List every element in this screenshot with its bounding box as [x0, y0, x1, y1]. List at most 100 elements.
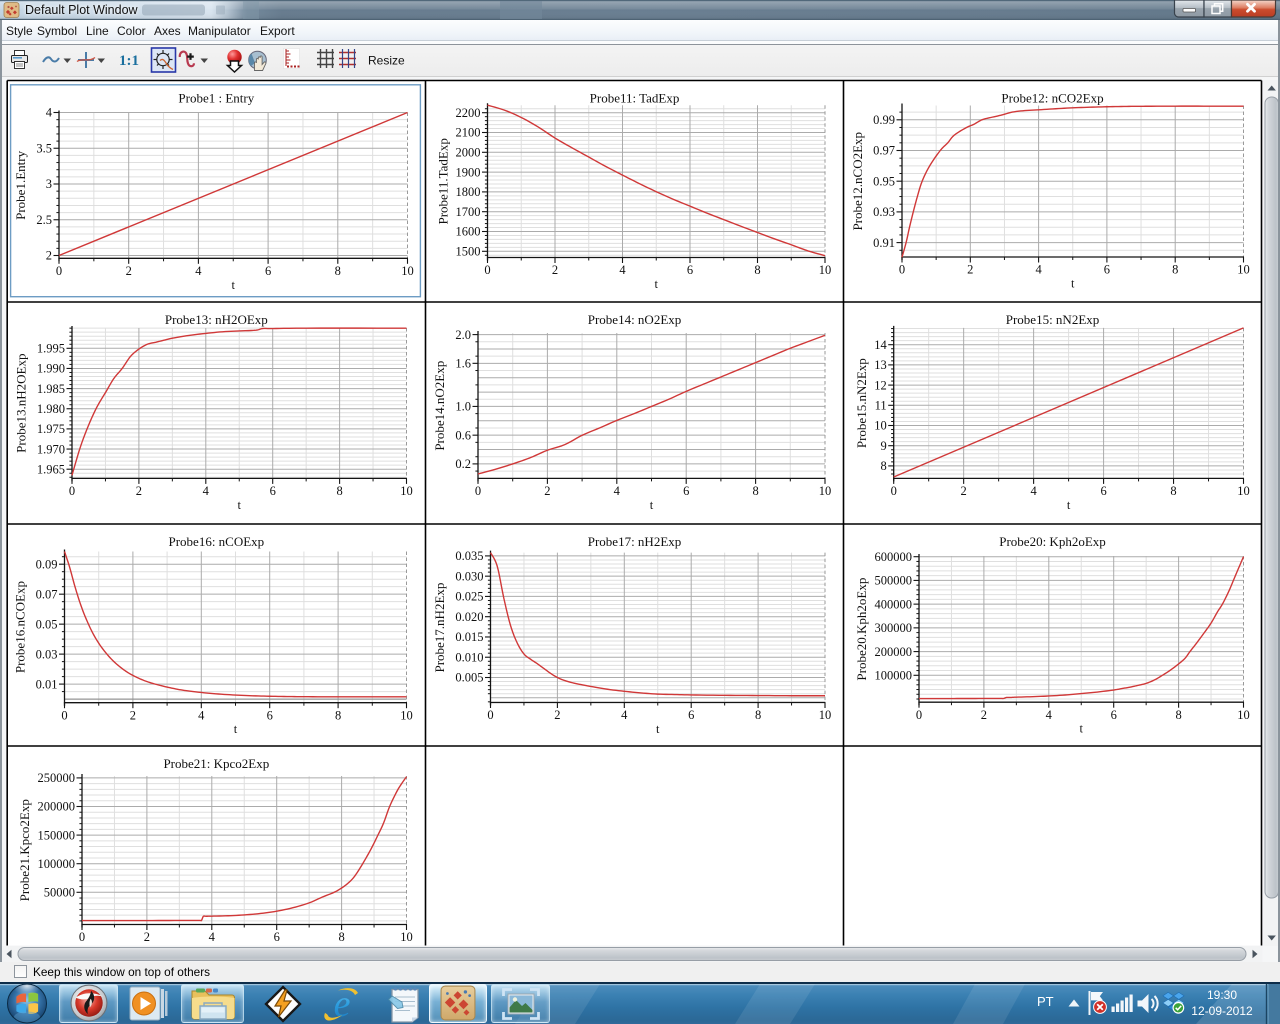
svg-text:Probe16.nCOExp: Probe16.nCOExp	[12, 581, 27, 673]
svg-text:100000: 100000	[875, 669, 913, 683]
svg-text:Probe15.nN2Exp: Probe15.nN2Exp	[854, 358, 869, 448]
svg-text:10: 10	[400, 484, 413, 498]
svg-text:2: 2	[552, 263, 558, 277]
svg-text:1.985: 1.985	[37, 382, 65, 396]
svg-text:2.5: 2.5	[36, 213, 52, 227]
svg-text:4: 4	[195, 264, 202, 278]
svg-text:4: 4	[619, 263, 626, 277]
svg-text:10: 10	[874, 419, 887, 433]
svg-text:10: 10	[1237, 708, 1250, 722]
svg-text:10: 10	[401, 264, 414, 278]
svg-text:2000: 2000	[456, 146, 481, 160]
svg-text:4: 4	[1030, 484, 1037, 498]
svg-text:8: 8	[1172, 263, 1178, 277]
svg-text:1:1: 1:1	[119, 53, 139, 69]
svg-text:0: 0	[69, 484, 75, 498]
svg-text:1.990: 1.990	[37, 362, 65, 376]
svg-text:4: 4	[1046, 708, 1053, 722]
svg-text:Probe21.Kpco2Exp: Probe21.Kpco2Exp	[17, 799, 32, 901]
svg-text:t: t	[1080, 722, 1084, 736]
svg-text:9: 9	[880, 439, 886, 453]
svg-text:4: 4	[621, 708, 628, 722]
svg-text:t: t	[655, 277, 659, 291]
svg-text:0.015: 0.015	[455, 630, 483, 644]
svg-text:0.005: 0.005	[455, 671, 483, 685]
svg-text:2: 2	[136, 484, 142, 498]
svg-text:Probe17.nH2Exp: Probe17.nH2Exp	[432, 583, 447, 673]
svg-text:8: 8	[335, 264, 341, 278]
svg-text:0.09: 0.09	[36, 557, 58, 571]
svg-text:8: 8	[1170, 484, 1176, 498]
svg-text:2100: 2100	[456, 126, 481, 140]
svg-text:2: 2	[130, 708, 136, 722]
svg-text:0.95: 0.95	[873, 174, 895, 188]
svg-text:Probe12.nCO2Exp: Probe12.nCO2Exp	[850, 132, 865, 231]
svg-text:0.010: 0.010	[455, 650, 483, 664]
svg-text:0.01: 0.01	[36, 677, 58, 691]
svg-text:0.93: 0.93	[873, 205, 895, 219]
svg-text:0.05: 0.05	[36, 617, 58, 631]
svg-text:8: 8	[752, 484, 758, 498]
svg-text:10: 10	[1237, 263, 1250, 277]
svg-text:6: 6	[687, 263, 693, 277]
svg-text:t: t	[656, 722, 660, 736]
svg-text:Probe1 : Entry: Probe1 : Entry	[178, 91, 254, 106]
svg-text:11: 11	[875, 399, 887, 413]
svg-text:3.5: 3.5	[36, 141, 52, 155]
svg-text:6: 6	[1104, 263, 1110, 277]
svg-text:0.03: 0.03	[36, 647, 58, 661]
svg-text:t: t	[234, 722, 238, 736]
svg-text:10: 10	[819, 263, 832, 277]
svg-text:250000: 250000	[38, 771, 76, 785]
svg-text:Probe20: Kph2oExp: Probe20: Kph2oExp	[999, 534, 1106, 549]
svg-text:6: 6	[274, 930, 280, 944]
svg-text:1500: 1500	[456, 245, 481, 259]
svg-text:100000: 100000	[38, 857, 76, 871]
svg-text:13: 13	[874, 358, 887, 372]
svg-text:1600: 1600	[456, 225, 481, 239]
svg-text:10: 10	[400, 930, 413, 944]
svg-text:6: 6	[683, 484, 689, 498]
svg-text:200000: 200000	[875, 645, 913, 659]
svg-text:12: 12	[874, 378, 887, 392]
svg-text:0.6: 0.6	[455, 428, 471, 442]
svg-text:Resize: Resize	[368, 54, 405, 68]
svg-text:4: 4	[198, 708, 205, 722]
svg-text:0: 0	[79, 930, 85, 944]
svg-text:0.025: 0.025	[455, 590, 483, 604]
svg-text:2: 2	[554, 708, 560, 722]
svg-text:Probe12: nCO2Exp: Probe12: nCO2Exp	[1001, 91, 1103, 106]
svg-text:6: 6	[267, 708, 273, 722]
svg-text:8: 8	[335, 708, 341, 722]
svg-text:0: 0	[475, 484, 481, 498]
svg-text:0.020: 0.020	[455, 610, 483, 624]
svg-text:0.97: 0.97	[873, 144, 895, 158]
svg-text:t: t	[1071, 277, 1075, 291]
svg-text:500000: 500000	[875, 574, 913, 588]
svg-text:6: 6	[270, 484, 276, 498]
svg-text:8: 8	[1175, 708, 1181, 722]
svg-text:t: t	[232, 278, 236, 292]
svg-text:4: 4	[1035, 263, 1042, 277]
svg-text:0.035: 0.035	[455, 549, 483, 563]
svg-text:8: 8	[336, 484, 342, 498]
svg-text:300000: 300000	[875, 621, 913, 635]
svg-text:6: 6	[265, 264, 271, 278]
svg-text:1.6: 1.6	[455, 357, 471, 371]
svg-text:1.965: 1.965	[37, 462, 65, 476]
svg-text:6: 6	[688, 708, 694, 722]
svg-text:Probe11: TadExp: Probe11: TadExp	[590, 91, 680, 106]
svg-text:Probe21: Kpco2Exp: Probe21: Kpco2Exp	[163, 756, 269, 771]
svg-text:Probe20.Kph2oExp: Probe20.Kph2oExp	[854, 578, 869, 681]
svg-text:8: 8	[755, 708, 761, 722]
svg-text:Probe1.Entry: Probe1.Entry	[13, 150, 28, 219]
svg-text:0: 0	[487, 708, 493, 722]
svg-text:0: 0	[56, 264, 62, 278]
svg-text:8: 8	[338, 930, 344, 944]
svg-text:14: 14	[874, 338, 887, 352]
svg-text:8: 8	[880, 459, 886, 473]
svg-text:10: 10	[1237, 484, 1250, 498]
svg-text:10: 10	[819, 708, 832, 722]
svg-text:Probe13.nH2OExp: Probe13.nH2OExp	[14, 354, 29, 453]
svg-text:4: 4	[203, 484, 210, 498]
